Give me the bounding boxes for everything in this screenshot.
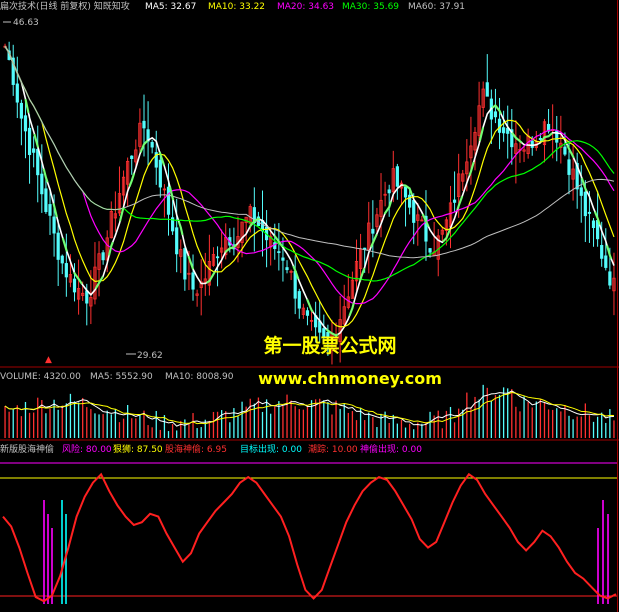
price-header: 扁次技术(日线 前复权) 知既知攻 MA5: 32.67 MA10: 33.22… <box>0 0 465 12</box>
candle-body <box>567 159 571 175</box>
candle-body <box>395 166 399 187</box>
candle-body <box>591 220 596 229</box>
candle-body <box>191 272 195 290</box>
ma20-label: MA20: 34.63 <box>277 2 334 12</box>
candle-body <box>36 148 40 176</box>
candle-body <box>600 245 604 259</box>
watermark-line1: 第一股票公式网 <box>263 334 396 357</box>
candle-body <box>297 291 301 309</box>
ind-risk: 风险: 80.00 <box>62 443 112 455</box>
candle-body <box>538 138 542 140</box>
candle-body <box>142 120 146 129</box>
high-label: 46.63 <box>13 18 39 28</box>
candle-body <box>305 310 310 316</box>
candle-body <box>277 251 281 254</box>
candle-body <box>72 278 77 293</box>
candle-body <box>150 142 154 148</box>
buy-marker: ▲ <box>45 355 52 365</box>
ma5-label: MA5: 32.67 <box>145 2 196 12</box>
candle-body <box>19 102 23 119</box>
ma30-label: MA30: 35.69 <box>342 2 399 12</box>
candle-body <box>60 255 64 264</box>
candle-body <box>166 186 171 215</box>
ma60-label: MA60: 37.91 <box>408 2 465 12</box>
candle-body <box>530 140 534 148</box>
candle-body <box>44 188 48 213</box>
candle-body <box>85 290 89 304</box>
candle-body <box>52 216 56 234</box>
volume-ma10-label: MA10: 8008.90 <box>165 372 234 382</box>
candle-body <box>48 204 52 216</box>
candle-body <box>428 248 432 253</box>
ind-target: 目标出现: 0.00 <box>240 443 302 455</box>
candle-body <box>285 267 289 271</box>
candle-body <box>130 155 134 160</box>
ind-title: 新版股海神偷 <box>0 443 54 455</box>
ind-thief: 神偷出现: 0.00 <box>360 443 422 455</box>
candle-body <box>583 191 587 217</box>
stock-chart: 扁次技术(日线 前复权) 知既知攻 MA5: 32.67 MA10: 33.22… <box>0 0 619 612</box>
candle-body <box>23 115 28 132</box>
candle-body <box>32 148 36 153</box>
candle-body <box>587 211 592 214</box>
candle-body <box>15 83 19 103</box>
candle-body <box>64 263 68 278</box>
candle-body <box>403 186 408 198</box>
candle-body <box>604 255 608 268</box>
candle-body <box>412 200 416 223</box>
candle-body <box>502 127 506 134</box>
candle-body <box>563 146 567 155</box>
candle-body <box>608 271 612 286</box>
candle-body <box>40 173 44 195</box>
candle-body <box>387 189 391 194</box>
candle-body <box>371 228 375 234</box>
candle-body <box>215 256 220 259</box>
volume-ma5-label: MA5: 5552.90 <box>90 372 153 382</box>
candle-body <box>493 111 498 118</box>
candle-body <box>56 232 60 260</box>
low-label: 29.62 <box>137 351 163 361</box>
volume-label: VOLUME: 4320.00 <box>0 372 81 382</box>
watermark-line2: www.chnmoney.com <box>258 369 442 388</box>
candle-body <box>101 252 105 261</box>
ind-gh: 股海神偷: 6.95 <box>165 443 227 455</box>
ind-lion: 狠狮: 87.50 <box>113 444 163 455</box>
price-title: 扁次技术(日线 前复权) 知既知攻 <box>0 0 130 12</box>
candle-body <box>579 187 583 196</box>
candle-body <box>183 248 187 280</box>
candle-body <box>485 82 489 97</box>
ma10-label: MA10: 33.22 <box>208 2 265 12</box>
candle-body <box>158 159 162 188</box>
candle-body <box>175 227 179 255</box>
ind-trend: 潮踪: 10.00 <box>308 443 358 455</box>
candle-body <box>452 199 457 203</box>
candle-body <box>27 127 32 156</box>
candle-body <box>281 257 285 261</box>
